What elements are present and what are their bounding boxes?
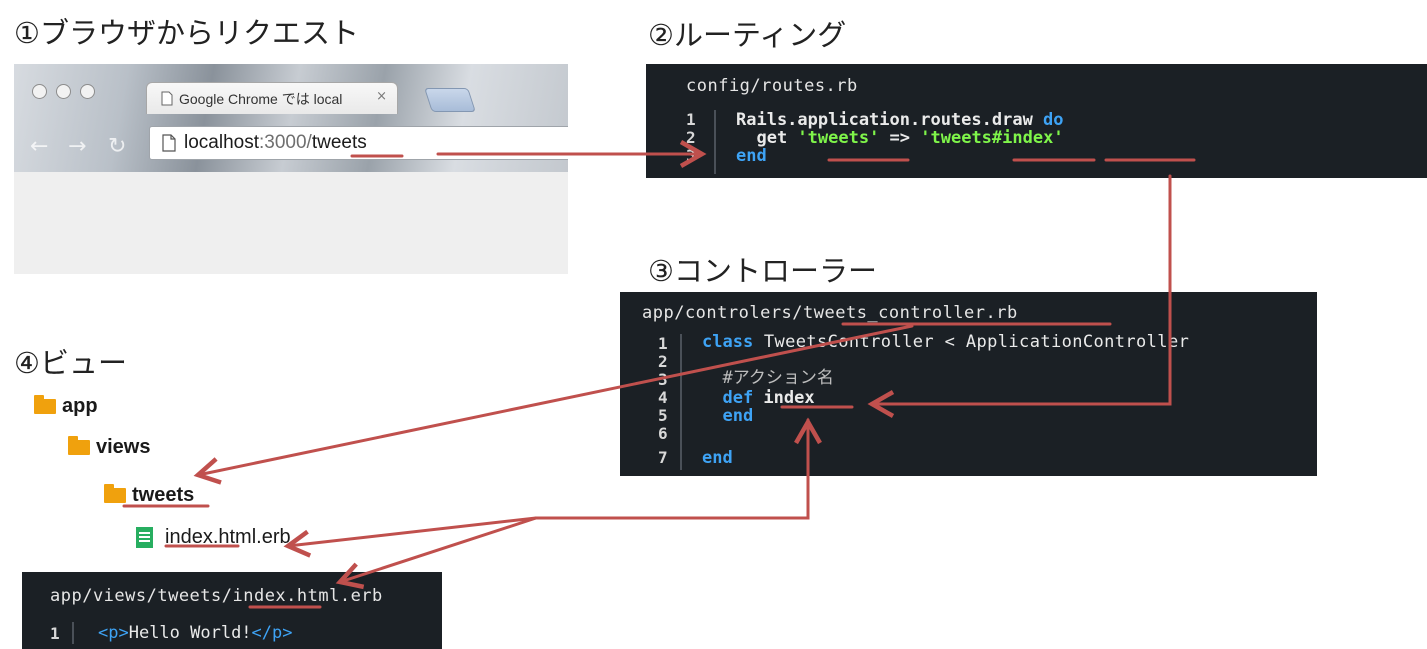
code-line: <p>Hello World!</p> (98, 623, 293, 643)
view-code-panel: app/views/tweets/index.html.erb 1 <p>Hel… (22, 572, 442, 649)
file-icon (136, 527, 153, 548)
code-keyword: class (702, 332, 754, 352)
code-keyword: do (1043, 110, 1064, 130)
folder-icon (34, 395, 56, 414)
tree-item-index-file[interactable]: index.html.erb (136, 526, 291, 549)
view-file-title: app/views/tweets/index.html.erb (50, 586, 383, 606)
code-tag: <p> (98, 623, 129, 643)
code-text: index (753, 388, 815, 408)
code-keyword: end (736, 146, 767, 166)
browser-window: Google Chrome では local × ← → ↻ localhost… (14, 64, 568, 274)
routes-file-title: config/routes.rb (686, 76, 858, 96)
line-number: 1 (50, 624, 60, 643)
close-tab-icon[interactable]: × (376, 89, 387, 104)
gutter-divider (714, 110, 716, 174)
controller-file-title: app/controlers/tweets_controller.rb (642, 303, 1018, 323)
controller-code-panel: app/controlers/tweets_controller.rb 1 2 … (620, 292, 1317, 476)
url-path: tweets (311, 132, 367, 153)
heading-step3: ③コントローラー (648, 254, 877, 288)
code-string: 'tweets' (797, 128, 880, 148)
gutter-divider (680, 334, 682, 470)
code-text: TweetsController < ApplicationController (753, 332, 1190, 352)
minimize-window-icon[interactable] (56, 84, 71, 99)
url-port: :3000/ (259, 132, 312, 153)
line-number: 4 (658, 388, 668, 407)
code-text: Hello World! (128, 623, 252, 643)
code-line: end (702, 406, 753, 426)
url-host: localhost (184, 132, 259, 153)
gutter-divider (72, 622, 74, 644)
line-number: 6 (658, 424, 668, 443)
code-comment: #アクション名 (702, 368, 834, 388)
folder-icon (68, 436, 90, 455)
maximize-window-icon[interactable] (80, 84, 95, 99)
code-line: def index (702, 388, 815, 408)
line-number: 3 (658, 370, 668, 389)
tree-item-tweets[interactable]: tweets (104, 484, 194, 507)
heading-step4: ④ビュー (14, 346, 127, 380)
tree-label: index.html.erb (165, 526, 291, 548)
line-number: 2 (658, 352, 668, 371)
browser-tab[interactable]: Google Chrome では local × (146, 82, 398, 114)
line-number: 5 (658, 406, 668, 425)
forward-icon[interactable]: → (68, 134, 86, 159)
folder-icon (104, 484, 126, 503)
code-text: get (736, 128, 798, 148)
tree-label: views (96, 436, 151, 458)
code-line: class TweetsController < ApplicationCont… (702, 332, 1189, 352)
line-number: 1 (686, 110, 696, 129)
tree-label: tweets (132, 484, 195, 506)
code-line: end (702, 448, 733, 468)
reload-icon[interactable]: ↻ (108, 134, 126, 159)
line-number: 7 (658, 448, 668, 467)
code-line: #アクション名 (702, 368, 834, 388)
tree-label: app (62, 395, 98, 417)
code-text: Rails.application.routes.draw (736, 110, 1044, 130)
heading-step1: ①ブラウザからリクエスト (14, 16, 359, 50)
close-window-icon[interactable] (32, 84, 47, 99)
code-line: Rails.application.routes.draw do (736, 110, 1064, 130)
line-number: 2 (686, 128, 696, 147)
new-tab-button[interactable] (424, 88, 476, 112)
code-keyword: def (702, 388, 754, 408)
line-number: 3 (686, 146, 696, 165)
code-line: get 'tweets' => 'tweets#index' (736, 128, 1064, 148)
arrow-to-index-file (283, 516, 538, 558)
address-bar[interactable]: localhost:3000/tweets (149, 126, 568, 160)
code-keyword: end (702, 406, 754, 426)
code-tag: </p> (251, 623, 293, 643)
back-icon[interactable]: ← (30, 134, 48, 159)
url-text: localhost:3000/tweets (184, 132, 367, 154)
tree-item-app[interactable]: app (34, 395, 98, 418)
tab-title: Google Chrome では local (179, 90, 343, 107)
page-icon (161, 91, 173, 106)
code-text: => (879, 128, 921, 148)
routes-code-panel: config/routes.rb 1 2 3 Rails.application… (646, 64, 1427, 178)
page-icon (162, 134, 176, 152)
tree-item-views[interactable]: views (68, 436, 150, 459)
heading-step2: ②ルーティング (648, 18, 847, 52)
code-string: 'tweets#index' (920, 128, 1064, 148)
line-number: 1 (658, 334, 668, 353)
code-line: end (736, 146, 767, 166)
code-keyword: end (702, 448, 733, 468)
